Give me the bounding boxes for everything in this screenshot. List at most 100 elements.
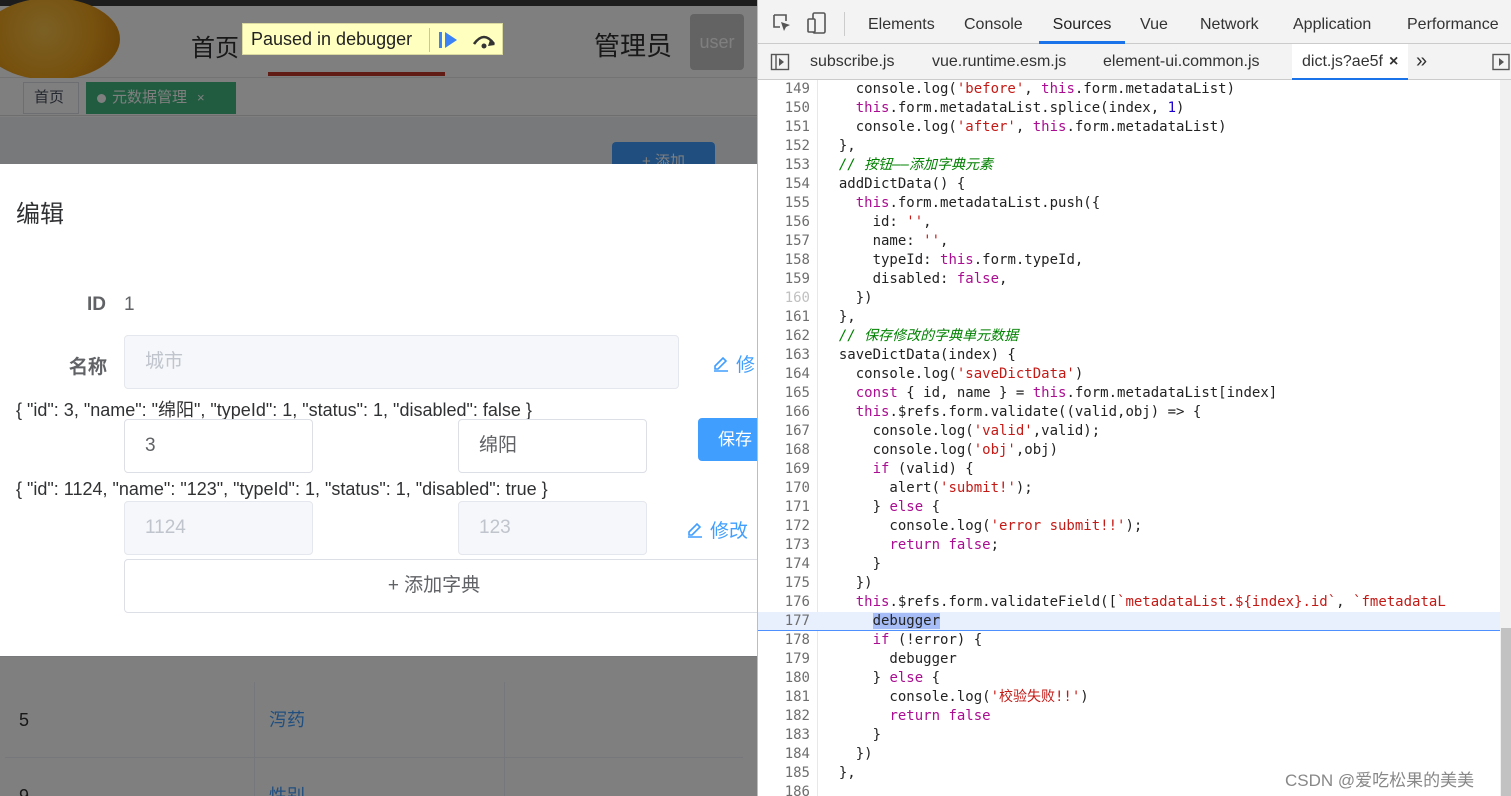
id-value: 1 xyxy=(124,294,135,315)
scrollbar-thumb[interactable] xyxy=(1501,628,1511,796)
item-name-input[interactable]: 绵阳 xyxy=(458,419,647,473)
line-number[interactable]: 170 xyxy=(758,479,810,498)
device-toolbar-icon[interactable] xyxy=(806,11,828,35)
more-tabs-icon[interactable]: » xyxy=(1416,44,1427,80)
code-text: disabled: false, xyxy=(822,271,1008,287)
toggle-navigator-icon[interactable] xyxy=(770,52,790,72)
tab-vue[interactable]: Vue xyxy=(1140,0,1168,44)
line-number[interactable]: 163 xyxy=(758,346,810,365)
tab-network[interactable]: Network xyxy=(1200,0,1259,44)
file-tab-dict[interactable]: dict.js?ae5f × xyxy=(1292,44,1409,80)
line-number[interactable]: 175 xyxy=(758,574,810,593)
divider xyxy=(429,28,430,52)
code-line: 181 console.log('校验失败!!') xyxy=(758,688,1511,707)
code-line: 151 console.log('after', this.form.metad… xyxy=(758,118,1511,137)
tab-performance[interactable]: Performance xyxy=(1407,0,1499,44)
code-editor[interactable]: 149 console.log('before', this.form.meta… xyxy=(758,80,1511,796)
line-number[interactable]: 177 xyxy=(758,612,810,631)
line-number[interactable]: 185 xyxy=(758,764,810,783)
line-number[interactable]: 181 xyxy=(758,688,810,707)
line-number[interactable]: 180 xyxy=(758,669,810,688)
line-number[interactable]: 150 xyxy=(758,99,810,118)
line-number[interactable]: 186 xyxy=(758,783,810,796)
code-text: // 保存修改的字典单元数据 xyxy=(838,328,1019,344)
code-text: this.$refs.form.validateField([`metadata… xyxy=(855,594,1446,610)
code-text: }, xyxy=(822,138,856,154)
app-pane: 首页 管理员 user 首页 元数据管理× + 添加 5 泻药 9 性别 编 xyxy=(0,0,757,796)
file-tab-vue-runtime[interactable]: vue.runtime.esm.js xyxy=(932,44,1066,80)
line-number[interactable]: 159 xyxy=(758,270,810,289)
line-number[interactable]: 151 xyxy=(758,118,810,137)
line-number[interactable]: 161 xyxy=(758,308,810,327)
line-number[interactable]: 174 xyxy=(758,555,810,574)
edit-name-button[interactable]: 修 xyxy=(712,350,755,377)
line-number[interactable]: 166 xyxy=(758,403,810,422)
item-id-input[interactable]: 1124 xyxy=(124,501,313,555)
code-line: 156 id: '', xyxy=(758,213,1511,232)
step-over-icon[interactable] xyxy=(471,30,497,50)
line-number[interactable]: 165 xyxy=(758,384,810,403)
code-line: 158 typeId: this.form.typeId, xyxy=(758,251,1511,270)
code-text: }, xyxy=(822,765,856,781)
line-number[interactable]: 169 xyxy=(758,460,810,479)
line-number[interactable]: 178 xyxy=(758,631,810,650)
code-text: this.form.metadataList.splice(index, 1) xyxy=(855,100,1185,116)
code-text: } xyxy=(822,556,882,572)
line-number[interactable]: 183 xyxy=(758,726,810,745)
close-icon[interactable]: × xyxy=(1389,53,1398,70)
code-text: return false xyxy=(889,708,991,724)
line-number[interactable]: 164 xyxy=(758,365,810,384)
tab-elements[interactable]: Elements xyxy=(868,0,935,44)
code-line: 170 alert('submit!'); xyxy=(758,479,1511,498)
line-number[interactable]: 179 xyxy=(758,650,810,669)
line-number[interactable]: 184 xyxy=(758,745,810,764)
dialog-title: 编辑 xyxy=(16,201,64,228)
item-id-input[interactable]: 3 xyxy=(124,419,313,473)
line-number[interactable]: 160 xyxy=(758,289,810,308)
line-number[interactable]: 156 xyxy=(758,213,810,232)
file-tab-subscribe[interactable]: subscribe.js xyxy=(810,44,894,80)
line-number[interactable]: 167 xyxy=(758,422,810,441)
line-number[interactable]: 173 xyxy=(758,536,810,555)
line-number[interactable]: 154 xyxy=(758,175,810,194)
tab-application[interactable]: Application xyxy=(1293,0,1371,44)
line-number[interactable]: 171 xyxy=(758,498,810,517)
modify-button[interactable]: 修改 xyxy=(686,516,748,543)
paused-debugger-banner: Paused in debugger xyxy=(242,23,503,55)
code-line: 154 addDictData() { xyxy=(758,175,1511,194)
file-tab-element-ui[interactable]: element-ui.common.js xyxy=(1103,44,1260,80)
line-number[interactable]: 157 xyxy=(758,232,810,251)
resume-icon[interactable] xyxy=(437,30,459,50)
line-number[interactable]: 162 xyxy=(758,327,810,346)
line-number[interactable]: 155 xyxy=(758,194,810,213)
code-text: this.form.metadataList.push({ xyxy=(855,195,1101,211)
code-text: name: '', xyxy=(822,233,949,249)
paused-execution-line: 177 debugger xyxy=(758,612,1511,631)
toggle-debugger-icon[interactable] xyxy=(1492,52,1510,72)
tab-console[interactable]: Console xyxy=(964,0,1023,44)
code-text: saveDictData(index) { xyxy=(822,347,1016,363)
save-button[interactable]: 保存 xyxy=(698,418,757,461)
line-number[interactable]: 182 xyxy=(758,707,810,726)
line-number[interactable]: 153 xyxy=(758,156,810,175)
tab-sources[interactable]: Sources xyxy=(1039,0,1125,44)
add-dictionary-button[interactable]: + 添加字典 xyxy=(124,559,757,613)
code-text: debugger xyxy=(872,613,941,629)
item-name-input[interactable]: 123 xyxy=(458,501,647,555)
code-line: 182 return false xyxy=(758,707,1511,726)
line-number[interactable]: 172 xyxy=(758,517,810,536)
line-number[interactable]: 149 xyxy=(758,80,810,99)
file-tab-label: dict.js?ae5f xyxy=(1302,53,1383,70)
code-line: 153 // 按钮——添加字典元素 xyxy=(758,156,1511,175)
code-text: this.$refs.form.validate((valid,obj) => … xyxy=(855,404,1202,420)
code-text: alert('submit!'); xyxy=(822,480,1033,496)
line-number[interactable]: 176 xyxy=(758,593,810,612)
name-input[interactable]: 城市 xyxy=(124,335,679,389)
modify-label: 修改 xyxy=(710,521,749,542)
line-number[interactable]: 168 xyxy=(758,441,810,460)
line-number[interactable]: 158 xyxy=(758,251,810,270)
line-number[interactable]: 152 xyxy=(758,137,810,156)
code-text: // 按钮——添加字典元素 xyxy=(838,157,994,173)
code-line: 167 console.log('valid',valid); xyxy=(758,422,1511,441)
inspect-element-icon[interactable] xyxy=(772,13,792,33)
